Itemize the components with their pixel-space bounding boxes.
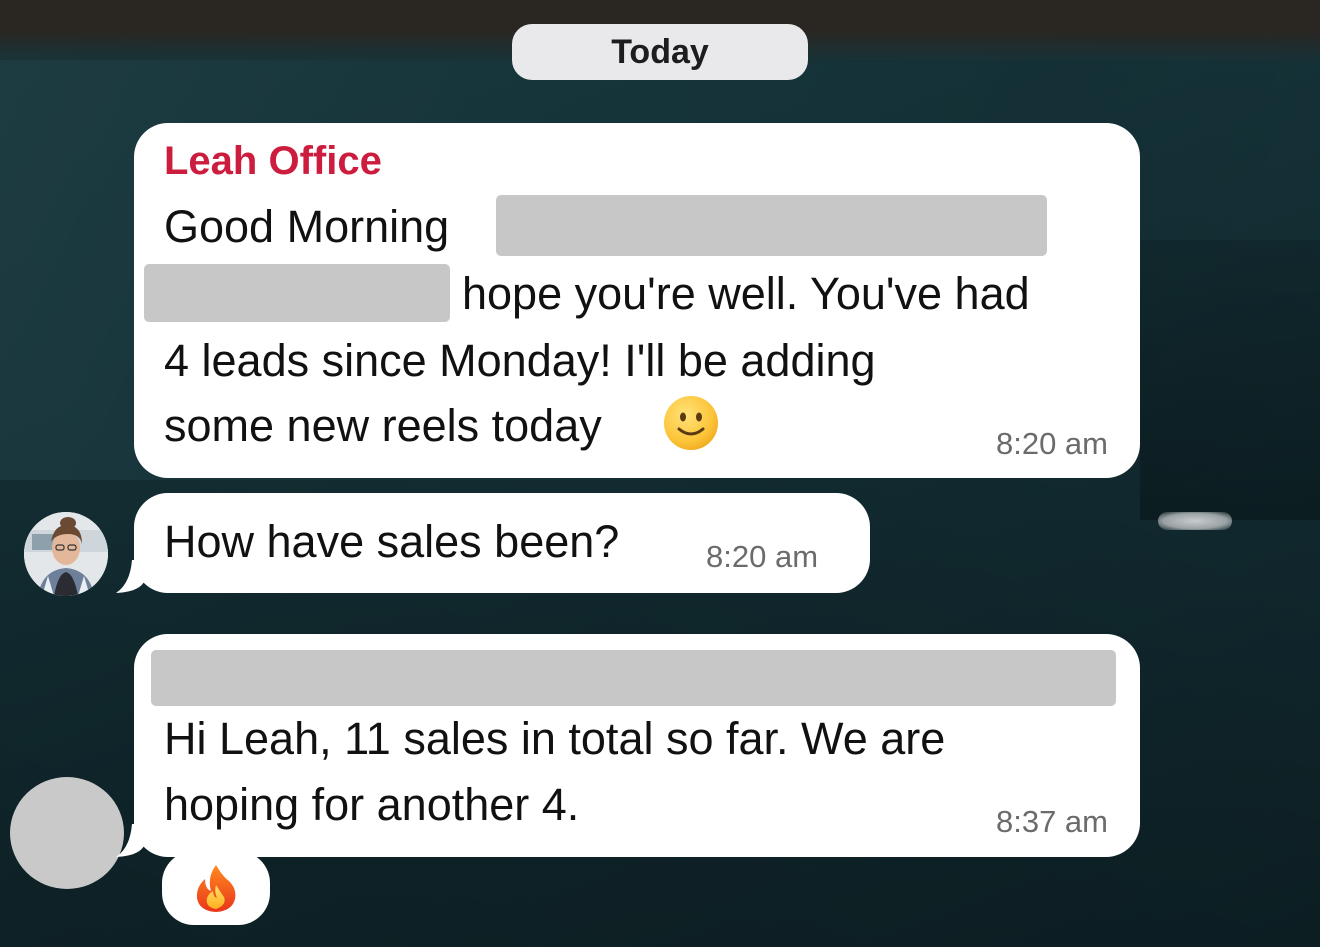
redacted-name <box>144 264 450 322</box>
avatar-photo-icon <box>24 512 108 596</box>
wallpaper-facet <box>1140 240 1320 520</box>
message-bubble[interactable]: Hi Leah, 11 sales in total so far. We ar… <box>134 634 1140 857</box>
message-text-line: some new reels today <box>164 400 602 451</box>
message-text-line: hope you're well. You've had <box>462 268 1030 319</box>
message-timestamp: 8:20 am <box>706 539 819 574</box>
date-separator: Today <box>512 24 808 80</box>
message-bubble[interactable]: How have sales been? 8:20 am <box>134 493 870 593</box>
redacted-name <box>496 195 1047 256</box>
message-text-line: hoping for another 4. <box>164 779 580 830</box>
message-text-line: 4 leads since Monday! I'll be adding <box>164 335 876 386</box>
message-text-line: How have sales been? <box>164 516 620 567</box>
sender-avatar[interactable] <box>10 777 124 889</box>
sender-name[interactable]: Leah Office <box>164 139 382 184</box>
redacted-mark <box>1158 512 1232 530</box>
reaction-badge[interactable] <box>162 851 270 925</box>
message-timestamp: 8:37 am <box>995 804 1108 839</box>
message-text-line: Hi Leah, 11 sales in total so far. We ar… <box>164 713 946 764</box>
slightly-smiling-face-icon <box>664 396 718 450</box>
fire-icon <box>196 865 236 912</box>
redacted-header <box>151 650 1116 706</box>
message-text-line: Good Morning <box>164 201 450 252</box>
message-timestamp: 8:20 am <box>995 426 1108 461</box>
sender-avatar[interactable] <box>24 512 108 596</box>
message-bubble[interactable]: Leah Office Good Morning hope you're wel… <box>134 123 1140 478</box>
